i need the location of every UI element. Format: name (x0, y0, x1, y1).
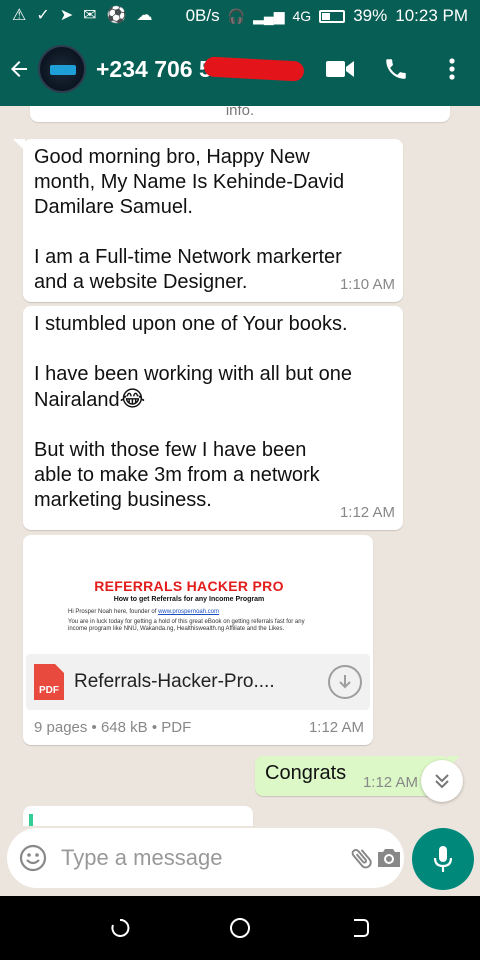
soccer-ball-icon: ⚽ (106, 7, 127, 24)
cloud-icon: ☁ (136, 7, 153, 24)
message-time: 1:12 AM (308, 719, 364, 736)
message-line: Damilare Samuel. (34, 196, 193, 218)
preview-text: Hi Prosper Noah here, founder of www.pro… (68, 609, 360, 615)
message-line: Good morning bro, Happy New (34, 146, 310, 168)
document-meta: 9 pages • 648 kB • PDF 1:12 AM (26, 710, 370, 736)
network-type: 4G (292, 8, 312, 24)
contact-name-text: +234 706 5 (96, 55, 212, 82)
message-time: 1:12 AM (362, 774, 418, 791)
status-bar: ⚠ ✓ ➤ ✉ ⚽ ☁ 0B/s 🎧 ▂▄▆ 4G 39% 10:23 PM (0, 0, 480, 32)
contact-name[interactable]: +234 706 5 (96, 56, 312, 83)
message-input[interactable] (61, 845, 349, 871)
preview-text-part: Hi Prosper Noah here, founder of (68, 609, 159, 615)
message-line: able to make 3m from a network (34, 464, 320, 486)
video-call-icon (326, 61, 354, 77)
message-line: But with those few I have been (34, 439, 307, 461)
preview-subtitle: How to get Referrals for any Income Prog… (113, 596, 265, 603)
document-message[interactable]: REFERRALS HACKER PRO How to get Referral… (23, 535, 373, 745)
document-info: 9 pages • 648 kB • PDF (34, 719, 192, 736)
network-speed: 0B/s (185, 6, 220, 25)
download-button[interactable] (328, 665, 362, 699)
microphone-icon (433, 846, 453, 872)
voice-message-button[interactable] (412, 828, 474, 890)
message-text: Nairaland (34, 389, 120, 411)
preview-link: www.prospernoah.com (158, 609, 220, 615)
message-line: I am a Full-time Network markerter (34, 246, 342, 268)
clock: 10:23 PM (395, 6, 468, 25)
recent-apps-icon (111, 918, 130, 937)
signal-icon: ▂▄▆ (253, 7, 285, 24)
system-nav-bar (0, 896, 480, 960)
message-line: I stumbled upon one of Your books. (34, 313, 348, 335)
attach-button[interactable] (349, 836, 375, 880)
back-arrow-icon (11, 61, 27, 77)
pdf-icon: PDF (34, 664, 64, 700)
emoji-button[interactable] (19, 836, 47, 880)
preview-title: REFERRALS HACKER PRO (94, 578, 284, 594)
headset-icon: 🎧 (227, 7, 246, 24)
message-line: I have been working with all but one (34, 363, 352, 385)
phone-icon (386, 59, 406, 79)
preview-text: You are in luck today for getting a hold… (68, 619, 305, 625)
home-circle-icon (230, 918, 250, 938)
video-call-button[interactable] (312, 32, 368, 106)
message-line: month, My Name Is Kehinde-David (34, 171, 345, 193)
message-line (34, 220, 393, 245)
battery-icon (319, 9, 346, 23)
redaction-mark (203, 55, 305, 82)
download-arrow-icon (339, 675, 351, 689)
message-time: 1:10 AM (339, 276, 395, 293)
back-button[interactable] (0, 32, 38, 106)
chat-area[interactable]: info. Good morning bro, Happy New month,… (0, 106, 480, 826)
more-options-button[interactable] (424, 32, 480, 106)
message-line: Nairaland😂 (34, 387, 393, 413)
avatar[interactable] (38, 45, 86, 93)
scroll-to-bottom-button[interactable] (421, 760, 463, 802)
telegram-icon: ➤ (59, 7, 74, 24)
home-button[interactable] (210, 898, 270, 958)
more-vert-icon (449, 58, 455, 80)
double-chevron-down-icon (435, 774, 449, 789)
alert-triangle-icon: ⚠ (12, 7, 27, 24)
document-filename: Referrals-Hacker-Pro.... (74, 671, 275, 692)
camera-icon (378, 849, 400, 867)
notification-icons: ⚠ ✓ ➤ ✉ ⚽ ☁ (12, 8, 152, 24)
preview-text: income program like NNU, Wakanda.ng, Hea… (68, 626, 285, 632)
battery-fill (322, 12, 331, 20)
document-file-row[interactable]: PDF Referrals-Hacker-Pro.... (26, 654, 370, 710)
incoming-message[interactable]: I stumbled upon one of Your books. I hav… (23, 306, 403, 530)
message-spacer (34, 337, 393, 362)
message-time: 1:12 AM (339, 504, 395, 521)
recent-apps-button[interactable] (90, 898, 150, 958)
back-nav-icon (354, 919, 369, 937)
message-composer (7, 828, 404, 888)
message-spacer (34, 413, 393, 438)
back-nav-button[interactable] (330, 898, 390, 958)
voice-call-button[interactable] (368, 32, 424, 106)
document-preview[interactable]: REFERRALS HACKER PRO How to get Referral… (26, 538, 370, 654)
tears-of-joy-emoji-icon: 😂 (119, 387, 146, 412)
battery-percent: 39% (353, 6, 388, 25)
message-text: Congrats (265, 762, 347, 784)
smiley-icon (19, 844, 47, 872)
chat-header: +234 706 5 (0, 32, 480, 106)
gmail-icon: ✉ (83, 7, 97, 24)
check-icon: ✓ (36, 7, 50, 24)
partial-message[interactable] (23, 806, 253, 826)
previous-message-fragment: info. (30, 106, 450, 122)
paperclip-icon (351, 848, 372, 869)
incoming-message[interactable]: Good morning bro, Happy New month, My Na… (13, 139, 403, 302)
camera-button[interactable] (375, 836, 403, 880)
